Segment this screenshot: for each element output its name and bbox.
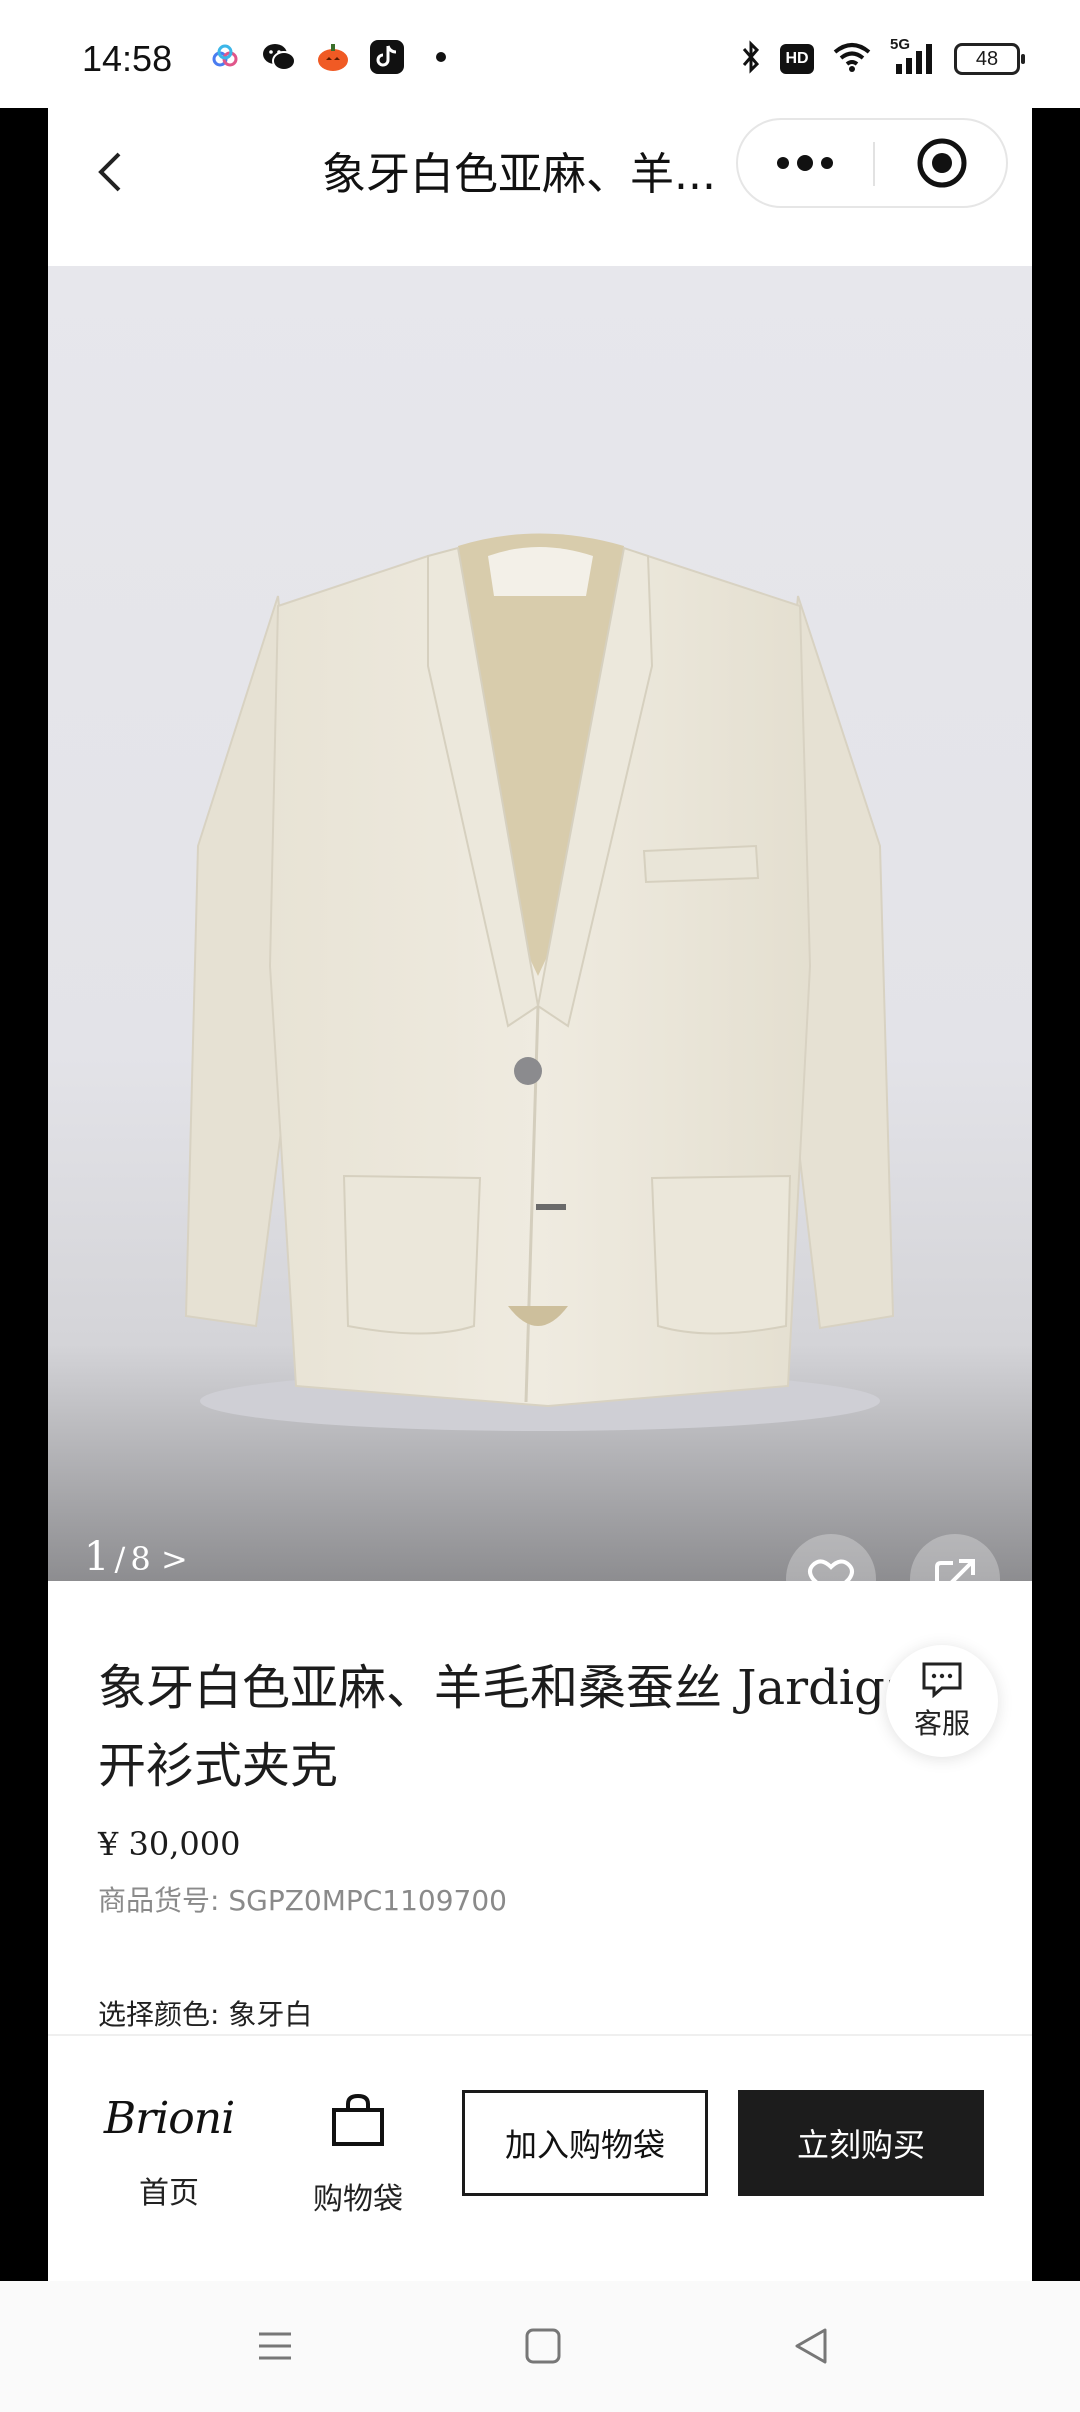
product-price: ¥ 30,000 [98,1825,241,1863]
menu-icon [259,2332,291,2360]
hd-badge: HD [780,44,814,74]
status-right: HD 5G 48 [740,36,1025,78]
customer-service-label: 客服 [913,1707,970,1740]
image-counter[interactable]: 1 / 8 > [84,1534,188,1580]
more-icon [777,155,833,171]
wifi-icon [832,42,872,76]
home-tab-label: 首页 [139,2176,199,2211]
status-bar: 14:58 HD 5G 48 [0,0,1080,108]
mini-program-page: 象牙白色亚麻、羊... 1 / 8 > 象牙白色亚麻、羊毛和桑蚕丝 Jardig… [48,108,1032,2281]
sku-label: 商品货号: [98,1884,220,1917]
product-name: 象牙白色亚麻、羊毛和桑蚕丝 Jardiga开衫式夹克 [98,1660,914,1794]
image-counter-separator: / [114,1540,126,1578]
square-icon [525,2328,561,2364]
target-icon [917,138,967,188]
home-tab[interactable]: Brioni 首页 [92,2088,246,2218]
color-value: 象牙白 [228,1998,313,2031]
chat-icon [922,1662,962,1698]
bottom-action-bar: Brioni 首页 购物袋 加入购物袋 立刻购买 [48,2034,1032,2281]
triangle-back-icon [795,2328,827,2364]
color-label: 选择颜色: [98,1998,220,2031]
shopping-bag-icon [332,2093,384,2146]
buy-now-button[interactable]: 立刻购买 [738,2090,984,2196]
wechat-icon [262,40,296,74]
image-counter-total: 8 > [130,1540,188,1578]
capsule-menu [736,118,1008,208]
color-selector[interactable]: 选择颜色: 象牙白 [98,1993,312,2033]
status-app-icons [208,40,458,74]
product-image [184,533,895,1431]
page-header: 象牙白色亚麻、羊... [48,108,1032,266]
sku-value: SGPZ0MPC1109700 [228,1884,507,1917]
recents-button[interactable] [240,2311,310,2381]
back-nav-button[interactable] [776,2311,846,2381]
home-button[interactable] [508,2311,578,2381]
product-sku: 商品货号: SGPZ0MPC1109700 [98,1879,507,1919]
close-miniprogram-button[interactable] [876,120,1008,206]
system-navigation-bar [0,2281,1080,2412]
share-icon [935,1559,975,1581]
signal-icon: 5G [890,36,936,76]
add-to-bag-button[interactable]: 加入购物袋 [462,2090,708,2196]
shopping-bag-tab-label: 购物袋 [313,2182,403,2217]
cloud-icon [208,40,242,74]
product-image-carousel[interactable]: 1 / 8 > [48,266,1032,1581]
battery-indicator: 48 [954,43,1025,75]
pumpkin-icon [316,40,350,74]
dot-icon [424,40,458,74]
capsule-divider [873,142,875,186]
status-time: 14:58 [82,38,173,79]
tiktok-icon [370,40,404,74]
brand-logo: Brioni [103,2093,235,2144]
heart-icon [808,1559,854,1581]
customer-service-button[interactable]: 客服 [886,1645,998,1757]
shopping-bag-tab[interactable]: 购物袋 [288,2092,428,2222]
more-button[interactable] [738,120,872,206]
back-button[interactable] [80,142,140,202]
bluetooth-icon [740,40,762,78]
page-title: 象牙白色亚麻、羊... [322,149,716,200]
image-counter-current: 1 [84,1534,110,1580]
chevron-left-icon [98,152,121,192]
